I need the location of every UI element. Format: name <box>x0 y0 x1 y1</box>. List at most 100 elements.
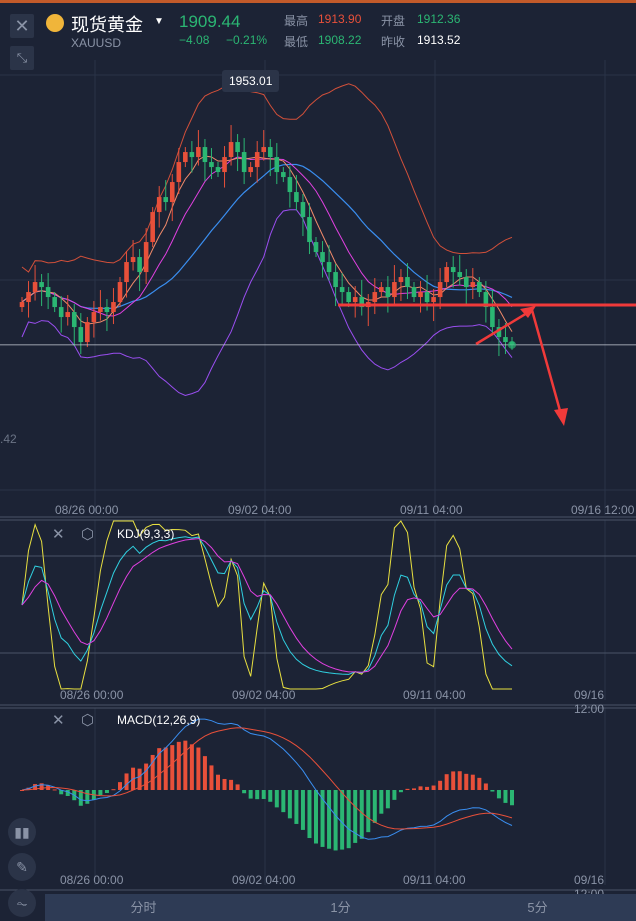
macd-histogram-bar <box>379 790 384 814</box>
chart-canvas[interactable] <box>0 0 636 921</box>
candle-body <box>411 287 417 298</box>
date-label: 09/11 04:00 <box>400 503 463 517</box>
candle-body <box>287 177 293 193</box>
macd-histogram-bar <box>477 777 482 790</box>
macd-histogram-bar <box>183 740 188 790</box>
macd-histogram-bar <box>52 789 57 791</box>
candle-body <box>470 282 476 288</box>
macd-histogram-bar <box>372 790 377 823</box>
candle-body <box>235 142 240 153</box>
tab-1min[interactable]: 1分 <box>242 894 439 921</box>
candle-body <box>490 307 495 328</box>
candle-body <box>248 167 253 173</box>
date-label: 09/02 04:00 <box>232 873 296 887</box>
candle-body <box>339 287 345 293</box>
macd-title: MACD(12,26,9) <box>117 713 201 727</box>
tab-timeshare[interactable]: 分时 <box>45 894 242 921</box>
candle-body <box>215 167 221 173</box>
macd-histogram-bar <box>274 790 279 808</box>
settings-hexagon-icon[interactable]: ⬡ <box>81 525 94 543</box>
tab-5min[interactable]: 5分 <box>439 894 636 921</box>
macd-histogram-bar <box>470 774 475 790</box>
candle-body <box>137 257 142 273</box>
instrument-name[interactable]: 现货黄金 <box>71 11 143 37</box>
macd-histogram-bar <box>438 780 443 790</box>
macd-histogram-bar <box>314 790 318 844</box>
candle-body <box>98 307 103 313</box>
candle-body <box>431 297 436 303</box>
chevron-down-icon[interactable]: ▼ <box>154 16 164 27</box>
header: ✕ ⤡ 现货黄金 ▼ XAUUSD 1909.44 −4.08 −0.21% 最… <box>0 10 636 70</box>
macd-histogram-bar <box>248 790 253 799</box>
macd-histogram-bar <box>216 774 220 790</box>
candle-body <box>444 267 449 283</box>
date-label: 09/16 12:00 <box>574 688 605 716</box>
macd-histogram-bar <box>327 790 332 849</box>
macd-histogram-bar <box>503 790 508 803</box>
candle-body <box>477 282 482 293</box>
candle-body <box>281 172 286 178</box>
price-change-pct: −0.21% <box>226 33 268 47</box>
macd-histogram-bar <box>496 790 501 799</box>
candle-body <box>457 272 463 278</box>
macd-histogram-bar <box>235 784 240 790</box>
candlestick-type-button[interactable]: ▮▮ <box>8 818 36 846</box>
date-label: 08/26 00:00 <box>60 688 124 702</box>
candle-body <box>267 147 273 158</box>
candle-body <box>313 242 319 253</box>
collapse-button[interactable]: ⤡ <box>10 46 34 70</box>
candle-body <box>254 152 260 168</box>
candle-body <box>385 287 391 298</box>
date-label: 09/02 04:00 <box>228 503 292 517</box>
date-label: 09/11 04:00 <box>403 688 466 702</box>
candle-body <box>104 307 110 313</box>
macd-histogram-bar <box>222 778 227 790</box>
macd-histogram-bar <box>124 773 129 790</box>
candle-body <box>39 282 44 288</box>
candle-body <box>189 152 195 158</box>
price-axis-label: .42 <box>0 432 17 446</box>
kdj-title: KDJ(9,3,3) <box>117 527 175 541</box>
high-value: 1913.90 <box>318 12 362 26</box>
candle-body <box>26 292 31 303</box>
candle-body <box>202 147 208 163</box>
indicator-button[interactable]: ⏦ <box>8 889 36 917</box>
candle-body <box>78 327 84 343</box>
candle-body <box>150 212 155 243</box>
macd-histogram-bar <box>261 790 266 799</box>
macd-histogram-bar <box>98 790 103 796</box>
macd-histogram-bar <box>412 788 416 790</box>
close-indicator-icon[interactable]: ✕ <box>52 711 65 729</box>
candle-body <box>163 197 169 203</box>
macd-histogram-bar <box>144 763 149 790</box>
candle-body <box>300 202 306 218</box>
macd-histogram-bar <box>209 765 214 790</box>
date-label: 09/16 12:00 <box>571 503 635 517</box>
macd-histogram-bar <box>196 747 201 790</box>
candle-body <box>91 312 97 323</box>
last-price: 1909.44 <box>179 12 241 31</box>
macd-histogram-bar <box>392 790 397 800</box>
date-label: 09/02 04:00 <box>232 688 296 702</box>
macd-histogram-bar <box>157 748 162 790</box>
candle-body <box>196 147 201 158</box>
close-indicator-icon[interactable]: ✕ <box>52 525 65 543</box>
candle-body <box>352 297 358 303</box>
candle-body <box>111 302 116 313</box>
gold-coin-icon <box>46 14 64 32</box>
macd-histogram-bar <box>229 779 234 790</box>
candle-body <box>398 277 404 283</box>
candle-body <box>209 162 214 168</box>
price-change: −4.08 <box>179 33 210 47</box>
annotation-arrowhead <box>554 408 568 426</box>
pencil-draw-button[interactable]: ✎ <box>8 853 36 881</box>
macd-histogram-bar <box>366 790 371 833</box>
macd-histogram-bar <box>307 790 312 839</box>
macd-histogram-bar <box>170 745 175 790</box>
date-label: 09/11 04:00 <box>403 873 466 887</box>
annotation-arrow <box>475 308 564 419</box>
settings-hexagon-icon[interactable]: ⬡ <box>81 711 94 729</box>
macd-histogram-bar <box>340 790 345 850</box>
close-button[interactable]: ✕ <box>10 14 34 38</box>
candle-body <box>405 277 410 288</box>
